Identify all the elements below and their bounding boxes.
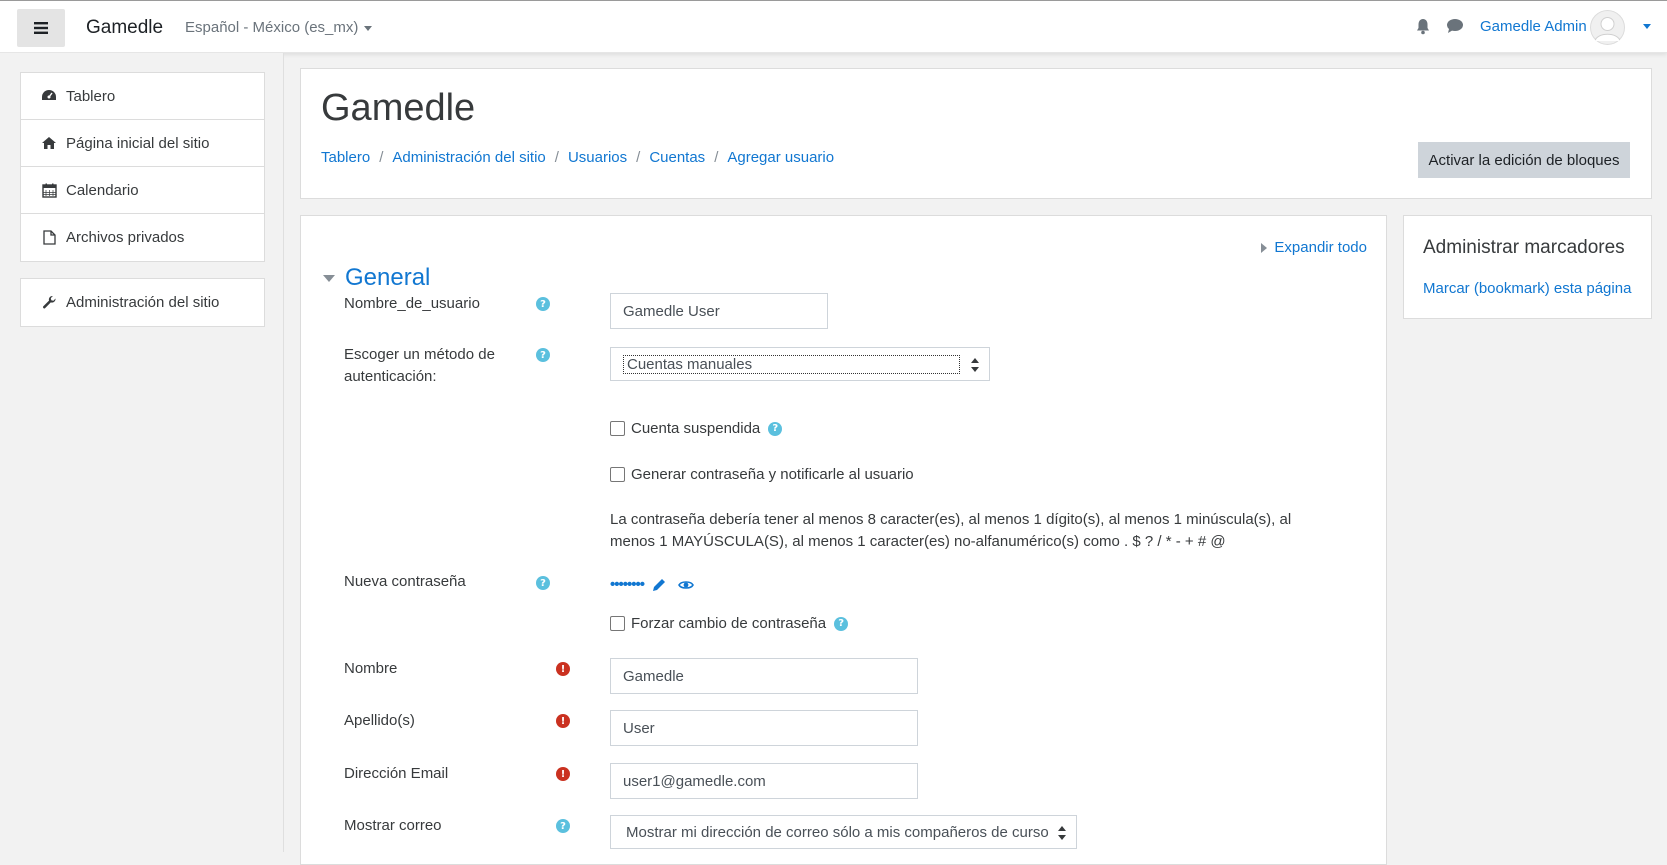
wrench-icon xyxy=(42,295,56,309)
file-icon xyxy=(42,230,56,245)
avatar[interactable] xyxy=(1590,10,1625,45)
required-icon: ! xyxy=(556,714,570,728)
nav-item-label: Página inicial del sitio xyxy=(66,134,210,152)
help-icon[interactable]: ? xyxy=(834,616,849,631)
bell-icon[interactable] xyxy=(1415,18,1431,35)
firstname-label: Nombre xyxy=(344,660,398,677)
suspended-checkbox[interactable] xyxy=(610,421,625,436)
new-password-label: Nueva contraseña xyxy=(344,573,466,590)
nav-item-private-files[interactable]: Archivos privados xyxy=(21,214,264,261)
maildisplay-value: Mostrar mi dirección de correo sólo a mi… xyxy=(626,823,1049,841)
help-icon[interactable]: ? xyxy=(536,576,550,590)
select-arrows-icon xyxy=(1058,826,1066,840)
top-navbar: Gamedle Español - México (es_mx) Gamedle… xyxy=(0,0,1667,53)
breadcrumb: Tablero / Administración del sitio / Usuario… xyxy=(321,149,835,166)
lastname-input[interactable] xyxy=(610,710,918,746)
suspended-row: Cuenta suspendida ? xyxy=(610,420,783,437)
select-arrows-icon xyxy=(971,358,979,372)
nav-item-label: Archivos privados xyxy=(66,229,185,246)
pencil-icon[interactable] xyxy=(652,578,666,592)
password-policy-text: La contraseña debería tener al menos 8 c… xyxy=(610,511,1292,550)
expand-all-label: Expandir todo xyxy=(1274,239,1367,256)
email-input[interactable] xyxy=(610,763,918,799)
calendar-icon xyxy=(41,183,57,198)
nav-item-label: Administración del sitio xyxy=(66,294,220,311)
maildisplay-select[interactable]: Mostrar mi dirección de correo sólo a mi… xyxy=(610,815,1077,849)
eye-icon[interactable] xyxy=(678,579,694,591)
caret-right-icon xyxy=(1261,242,1268,253)
required-icon: ! xyxy=(556,767,570,781)
force-change-label: Forzar cambio de contraseña xyxy=(631,615,827,632)
nav-item-calendar[interactable]: Calendario xyxy=(21,167,264,214)
auth-method-value: Cuentas manuales xyxy=(623,354,960,374)
force-change-checkbox[interactable] xyxy=(610,616,625,631)
email-label: Dirección Email xyxy=(344,765,449,782)
caret-down-icon xyxy=(323,274,335,282)
breadcrumb-item[interactable]: Usuarios xyxy=(568,149,627,166)
suspended-label: Cuenta suspendida xyxy=(631,420,761,437)
home-icon xyxy=(42,137,56,149)
bookmark-page-link[interactable]: Marcar (bookmark) esta página xyxy=(1423,280,1631,297)
nav-item-label: Calendario xyxy=(66,181,139,199)
auth-method-select[interactable]: Cuentas manuales xyxy=(610,347,990,381)
required-icon: ! xyxy=(556,662,570,676)
page-header: Gamedle Tablero / Administración del sitio… xyxy=(300,68,1652,199)
new-password-field[interactable]: •••••••• xyxy=(610,576,694,593)
masked-password: •••••••• xyxy=(610,576,645,593)
primary-nav: Tablero Página inicial del sitio Calenda… xyxy=(20,72,265,262)
generate-password-checkbox[interactable] xyxy=(610,467,625,482)
help-icon[interactable]: ? xyxy=(768,421,783,436)
generate-password-row: Generar contraseña y notificarle al usua… xyxy=(610,466,914,483)
maildisplay-label: Mostrar correo xyxy=(344,817,442,834)
help-icon[interactable]: ? xyxy=(536,348,550,362)
section-title: General xyxy=(345,264,431,291)
nav-item-site-home[interactable]: Página inicial del sitio xyxy=(21,120,264,167)
firstname-input[interactable] xyxy=(610,658,918,694)
nav-drawer: Tablero Página inicial del sitio Calenda… xyxy=(0,53,284,852)
admin-nav: Administración del sitio xyxy=(20,278,265,327)
site-brand[interactable]: Gamedle xyxy=(86,17,163,39)
username-input[interactable] xyxy=(610,293,828,329)
help-icon[interactable]: ? xyxy=(556,819,570,833)
nav-item-label: Tablero xyxy=(66,87,116,105)
expand-all-link[interactable]: Expandir todo xyxy=(1261,239,1367,256)
force-change-row: Forzar cambio de contraseña ? xyxy=(610,615,849,632)
nav-item-dashboard[interactable]: Tablero xyxy=(21,73,264,120)
avatar-icon xyxy=(1590,10,1625,45)
language-label: Español - México (es_mx) xyxy=(185,19,359,36)
dashboard-icon xyxy=(42,90,56,100)
breadcrumb-item[interactable]: Agregar usuario xyxy=(727,149,834,166)
menu-icon xyxy=(34,22,48,34)
chat-icon[interactable] xyxy=(1446,18,1464,34)
help-icon[interactable]: ? xyxy=(536,297,550,311)
user-menu-name[interactable]: Gamedle Admin xyxy=(1480,18,1587,35)
auth-method-label: Escoger un método de autenticación: xyxy=(344,346,495,385)
bookmarks-block: Administrar marcadores Marcar (bookmark)… xyxy=(1403,215,1652,319)
user-menu-chevron-icon[interactable] xyxy=(1643,24,1651,29)
breadcrumb-item[interactable]: Tablero xyxy=(321,149,370,166)
generate-password-label: Generar contraseña y notificarle al usua… xyxy=(631,466,914,483)
chevron-down-icon xyxy=(364,25,373,31)
language-menu[interactable]: Español - México (es_mx) xyxy=(185,19,373,36)
lastname-label: Apellido(s) xyxy=(344,712,415,729)
username-label: Nombre_de_usuario xyxy=(344,295,480,312)
section-general-header[interactable]: General xyxy=(323,264,430,292)
breadcrumb-item[interactable]: Cuentas xyxy=(649,149,705,166)
nav-item-site-admin[interactable]: Administración del sitio xyxy=(21,279,264,326)
page-title: Gamedle xyxy=(321,87,476,129)
enable-block-editing-button[interactable]: Activar la edición de bloques xyxy=(1418,142,1630,178)
breadcrumb-item[interactable]: Administración del sitio xyxy=(392,149,545,166)
drawer-toggle-button[interactable] xyxy=(17,9,65,47)
block-title: Administrar marcadores xyxy=(1423,237,1625,258)
